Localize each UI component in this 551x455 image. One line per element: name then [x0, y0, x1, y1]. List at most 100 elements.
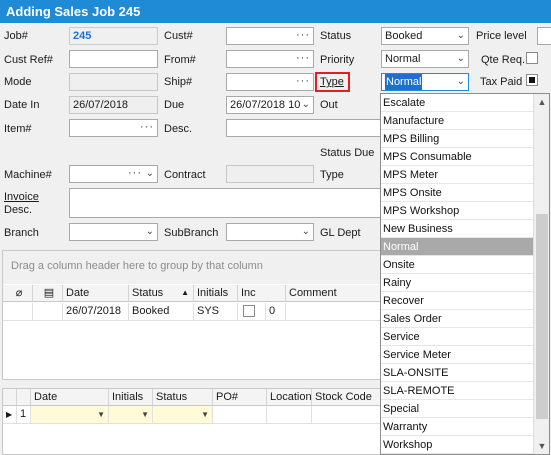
note-icon: ▤ [43, 287, 55, 299]
column-header-comment[interactable]: Comment [286, 285, 381, 302]
chevron-down-icon[interactable]: ⌄ [302, 225, 310, 239]
notes-column-header[interactable]: ▤ [33, 285, 63, 302]
dropdown-option-sla-onsite[interactable]: SLA-ONSITE [381, 364, 533, 382]
dropdown-scrollbar[interactable]: ▲ ▼ [533, 94, 549, 454]
items-initials-cell[interactable]: ▼ [109, 406, 153, 424]
dropdown-option-new-business[interactable]: New Business [381, 220, 533, 238]
invoice-desc-label: Invoice Desc. [4, 191, 39, 217]
due-date-input[interactable]: 26/07/2018 10 ⌄ [226, 96, 314, 114]
dropdown-option-workshop[interactable]: Workshop [381, 436, 533, 454]
item-input[interactable]: ··· [69, 119, 158, 137]
ship-label: Ship# [164, 76, 193, 88]
column-header-date[interactable]: Date [63, 285, 129, 302]
dropdown-option-mps-consumable[interactable]: MPS Consumable [381, 148, 533, 166]
lookup-dots-icon[interactable]: ··· [140, 120, 154, 134]
cust-input[interactable]: ··· [226, 27, 314, 45]
dropdown-option-mps-onsite[interactable]: MPS Onsite [381, 184, 533, 202]
type-select[interactable]: Normal ⌄ [381, 73, 469, 91]
type-dropdown-list[interactable]: Escalate Manufacture MPS Billing MPS Con… [380, 93, 550, 455]
lookup-dots-icon[interactable]: ··· [296, 28, 310, 42]
row-comment[interactable] [286, 303, 381, 321]
chevron-down-icon[interactable]: ⌄ [457, 52, 465, 66]
dropdown-option-normal[interactable]: Normal [381, 238, 533, 256]
dropdown-option-manufacture[interactable]: Manufacture [381, 112, 533, 130]
items-column-header-location[interactable]: Location [267, 389, 312, 406]
items-location-cell[interactable] [267, 406, 312, 424]
dropdown-option-service-meter[interactable]: Service Meter [381, 346, 533, 364]
items-column-header-po[interactable]: PO# [213, 389, 267, 406]
column-header-status[interactable]: Status ▲ [129, 285, 194, 302]
from-input[interactable]: ··· [226, 50, 314, 68]
table-cell[interactable] [3, 303, 33, 321]
desc-input[interactable] [226, 119, 382, 137]
scroll-down-arrow-icon[interactable]: ▼ [534, 438, 549, 454]
job-label: Job# [4, 30, 28, 42]
items-grid[interactable]: Date Initials Status PO# Location Stock … [2, 388, 382, 455]
out-label: Out [320, 99, 338, 111]
inc-checkbox[interactable] [243, 305, 255, 317]
lookup-dots-icon[interactable]: ··· [296, 74, 310, 88]
dropdown-option-service[interactable]: Service [381, 328, 533, 346]
attachment-column-header[interactable]: ⌀ [3, 285, 33, 302]
chevron-down-icon[interactable]: ⌄ [301, 98, 310, 112]
scrollbar-thumb[interactable] [536, 214, 548, 419]
qte-req-checkbox[interactable] [526, 52, 538, 64]
dropdown-arrow-icon[interactable]: ▼ [201, 408, 209, 422]
dropdown-option-warranty[interactable]: Warranty [381, 418, 533, 436]
invoice-desc-input[interactable] [69, 188, 382, 218]
due-label: Due [164, 99, 185, 111]
branch-select[interactable]: ⌄ [69, 223, 158, 241]
dropdown-option-escalate[interactable]: Escalate [381, 94, 533, 112]
row-inc-cell[interactable] [238, 303, 266, 321]
dropdown-arrow-icon[interactable]: ▼ [141, 408, 149, 422]
scroll-up-arrow-icon[interactable]: ▲ [534, 94, 549, 110]
dropdown-option-sla-remote[interactable]: SLA-REMOTE [381, 382, 533, 400]
priority-select[interactable]: Normal ⌄ [381, 50, 469, 68]
subbranch-select[interactable]: ⌄ [226, 223, 314, 241]
items-column-header-initials[interactable]: Initials [109, 389, 153, 406]
priority-value: Normal [385, 53, 421, 65]
row-initials[interactable]: SYS [194, 303, 238, 321]
ship-input[interactable]: ··· [226, 73, 314, 91]
items-column-header-stock-code[interactable]: Stock Code [312, 389, 381, 406]
chevron-down-icon[interactable]: ⌄ [146, 225, 154, 239]
row-status[interactable]: Booked [129, 303, 194, 321]
dropdown-option-mps-workshop[interactable]: MPS Workshop [381, 202, 533, 220]
date-in-label: Date In [4, 99, 40, 111]
lookup-dots-icon[interactable]: ··· [296, 51, 310, 65]
cust-label: Cust# [164, 30, 193, 42]
tax-paid-checkbox[interactable] [526, 74, 538, 86]
price-level-input[interactable] [537, 27, 551, 45]
column-header-inc[interactable]: Inc [238, 285, 286, 302]
dropdown-option-sales-order[interactable]: Sales Order [381, 310, 533, 328]
lookup-dots-icon[interactable]: ··· [128, 166, 142, 180]
items-status-cell[interactable]: ▼ [153, 406, 213, 424]
chevron-down-icon[interactable]: ⌄ [457, 75, 465, 89]
mode-field [69, 73, 158, 91]
items-po-cell[interactable] [213, 406, 267, 424]
dropdown-option-mps-meter[interactable]: MPS Meter [381, 166, 533, 184]
table-cell[interactable] [33, 303, 63, 321]
items-stock-code-cell[interactable] [312, 406, 381, 424]
dropdown-option-onsite[interactable]: Onsite [381, 256, 533, 274]
activity-grid[interactable]: Drag a column header here to group by th… [2, 250, 382, 380]
chevron-down-icon[interactable]: ⌄ [146, 167, 154, 181]
status-value: Booked [385, 30, 423, 42]
cust-ref-input[interactable] [69, 50, 158, 68]
status-select[interactable]: Booked ⌄ [381, 27, 469, 45]
dropdown-option-recover[interactable]: Recover [381, 292, 533, 310]
row-date[interactable]: 26/07/2018 [63, 303, 129, 321]
chevron-down-icon[interactable]: ⌄ [457, 29, 465, 43]
dropdown-option-mps-billing[interactable]: MPS Billing [381, 130, 533, 148]
dropdown-arrow-icon[interactable]: ▼ [97, 408, 105, 422]
items-column-header-date[interactable]: Date [31, 389, 109, 406]
dropdown-option-special[interactable]: Special [381, 400, 533, 418]
items-column-header-status[interactable]: Status [153, 389, 213, 406]
dropdown-option-rainy[interactable]: Rainy [381, 274, 533, 292]
sort-ascending-icon: ▲ [181, 288, 189, 297]
type2-label: Type [320, 169, 344, 181]
machine-input[interactable]: ··· ⌄ [69, 165, 158, 183]
group-panel[interactable]: Drag a column header here to group by th… [3, 251, 381, 284]
items-date-cell[interactable]: ▼ [31, 406, 109, 424]
column-header-initials[interactable]: Initials [194, 285, 238, 302]
